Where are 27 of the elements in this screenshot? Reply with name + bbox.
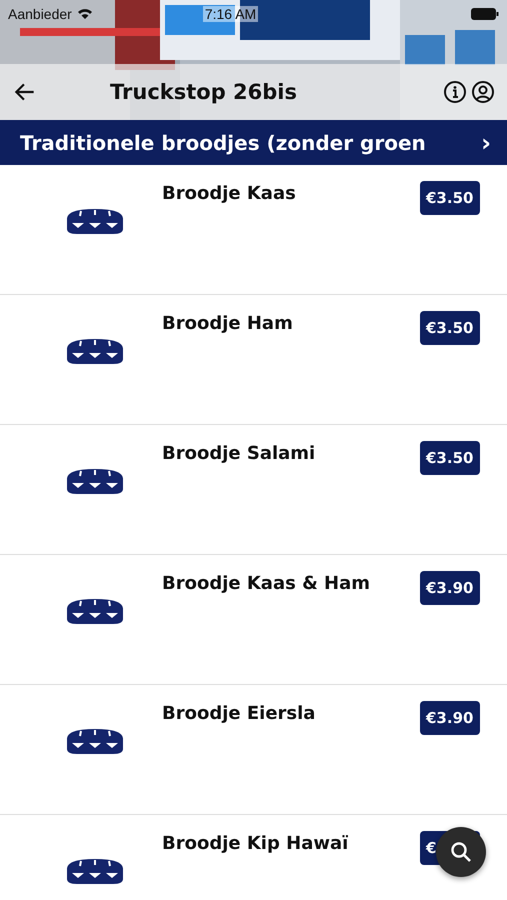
search-icon [449,840,473,864]
price-badge: €3.90 [420,571,480,605]
product-row[interactable]: Broodje Ham €3.50 [0,295,507,425]
page-title: Truckstop 26bis [110,80,298,104]
price-badge: €3.50 [420,311,480,345]
info-icon [443,80,467,104]
product-row[interactable]: Broodje Kaas €3.50 [0,165,507,295]
info-button[interactable] [441,78,469,106]
price-badge: €3.90 [420,701,480,735]
category-bar[interactable]: Traditionele broodjes (zonder groen › [0,120,507,165]
account-button[interactable] [469,78,497,106]
battery-icon [471,8,499,20]
product-name: Broodje Kaas & Ham [162,573,372,594]
wifi-icon [76,8,93,20]
product-name: Broodje Kip Hawaï [162,833,350,854]
product-row[interactable]: Broodje Salami €3.50 [0,425,507,555]
product-row[interactable]: Broodje Eiersla €3.90 [0,685,507,815]
price-badge: €3.50 [420,181,480,215]
search-button[interactable] [436,827,486,877]
product-name: Broodje Salami [162,443,316,464]
account-icon [471,80,495,104]
carrier-name: Aanbieder [8,6,72,22]
product-row[interactable]: Broodje Kaas & Ham €3.90 [0,555,507,685]
price-badge: €3.50 [420,441,480,475]
product-name: Broodje Kaas [162,183,297,204]
product-name: Broodje Ham [162,313,294,334]
product-name: Broodje Eiersla [162,703,316,724]
